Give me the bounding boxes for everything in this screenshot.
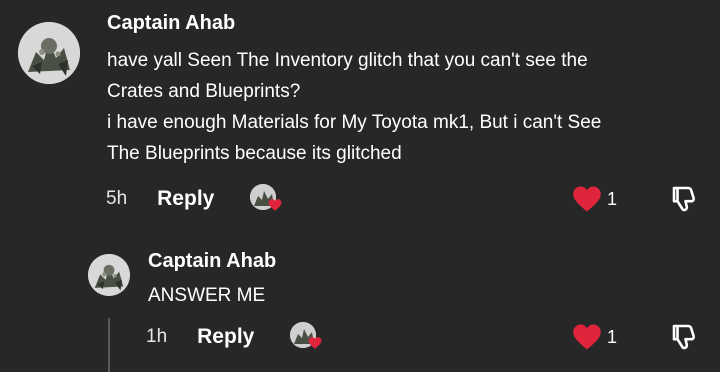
comment-text: have yall Seen The Inventory glitch that…	[107, 45, 697, 169]
avatar-image	[88, 254, 130, 296]
heart-icon	[573, 186, 601, 212]
comment-text-line: The Blueprints because its glitched	[107, 143, 402, 164]
like-button[interactable]: 1	[572, 323, 617, 351]
heart-badge-icon	[268, 199, 282, 211]
dislike-button[interactable]	[667, 184, 697, 214]
comment-thread: Captain Ahab have yall Seen The Inventor…	[0, 0, 720, 372]
avatar-image	[18, 22, 80, 84]
comment-text-line: ANSWER ME	[148, 285, 266, 306]
reply-comment: Captain Ahab ANSWER ME 1h Reply 1	[0, 240, 720, 372]
comment-text-line: i have enough Materials for My Toyota mk…	[107, 112, 602, 133]
comment-actions: 1h Reply	[146, 320, 322, 354]
heart-badge-icon	[308, 337, 322, 349]
comment: Captain Ahab have yall Seen The Inventor…	[0, 0, 720, 225]
timestamp: 5h	[106, 188, 128, 209]
username[interactable]: Captain Ahab	[148, 250, 276, 273]
liked-by-creator-avatar	[290, 322, 322, 352]
reply-button[interactable]: Reply	[157, 187, 214, 211]
thumbs-down-icon	[672, 324, 696, 350]
user-avatar[interactable]	[18, 22, 80, 84]
comment-text: ANSWER ME	[148, 280, 648, 311]
username[interactable]: Captain Ahab	[107, 12, 235, 35]
heart-icon	[573, 324, 601, 350]
comment-text-line: Crates and Blueprints?	[107, 81, 301, 102]
timestamp: 1h	[146, 326, 168, 347]
like-count: 1	[607, 188, 618, 209]
dislike-button[interactable]	[667, 322, 697, 352]
like-count: 1	[607, 326, 618, 347]
comment-actions: 5h Reply	[106, 182, 282, 216]
like-button[interactable]: 1	[572, 185, 617, 213]
user-avatar[interactable]	[88, 254, 130, 296]
comment-text-line: have yall Seen The Inventory glitch that…	[107, 50, 588, 71]
reply-button[interactable]: Reply	[197, 325, 254, 349]
thumbs-down-icon	[672, 186, 696, 212]
liked-by-creator-avatar	[250, 184, 282, 214]
